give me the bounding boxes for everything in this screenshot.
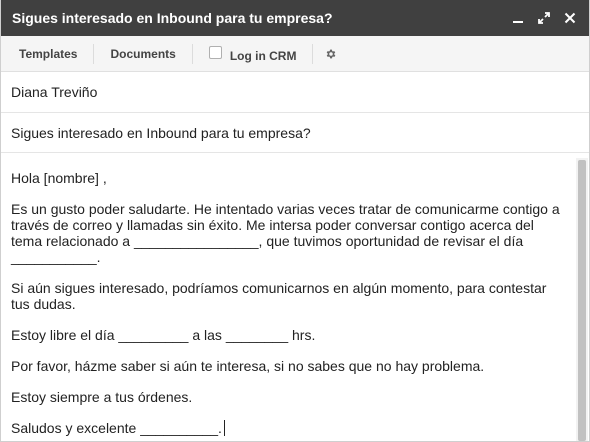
scrollbar-thumb[interactable] bbox=[578, 160, 586, 441]
message-body[interactable]: Hola [nombre] , Es un gusto poder saluda… bbox=[1, 158, 575, 441]
body-paragraph: Si aún sigues interesado, podríamos comu… bbox=[11, 280, 547, 312]
compose-window: Sigues interesado en Inbound para tu emp… bbox=[0, 0, 590, 442]
compose-toolbar: Templates Documents Log in CRM bbox=[1, 36, 589, 72]
window-controls bbox=[511, 11, 589, 25]
expand-icon[interactable] bbox=[537, 11, 551, 25]
log-in-crm-label: Log in CRM bbox=[229, 48, 297, 63]
log-in-crm-checkbox[interactable] bbox=[208, 45, 222, 59]
close-icon[interactable] bbox=[563, 11, 577, 25]
closing-text: Saludos y excelente __________. bbox=[11, 420, 222, 436]
recipient-field[interactable]: Diana Treviño bbox=[1, 72, 589, 113]
vertical-scrollbar[interactable] bbox=[576, 158, 588, 441]
text-cursor bbox=[223, 420, 225, 436]
gear-icon[interactable] bbox=[313, 48, 349, 60]
minimize-icon[interactable] bbox=[511, 11, 525, 25]
subject-field[interactable]: Sigues interesado en Inbound para tu emp… bbox=[1, 113, 589, 153]
compose-title: Sigues interesado en Inbound para tu emp… bbox=[12, 10, 333, 26]
greeting-line: Hola [nombre] , bbox=[11, 170, 107, 186]
body-paragraph: Por favor, házme saber si aún te interes… bbox=[11, 358, 485, 374]
body-paragraph: Es un gusto poder saludarte. He intentad… bbox=[11, 201, 560, 265]
body-paragraph: Estoy siempre a tus órdenes. bbox=[11, 389, 193, 405]
templates-button[interactable]: Templates bbox=[1, 44, 93, 64]
documents-button[interactable]: Documents bbox=[94, 44, 191, 64]
closing-line: Saludos y excelente __________. bbox=[11, 420, 565, 436]
body-paragraph: Estoy libre el día _________ a las _____… bbox=[11, 327, 316, 343]
log-in-crm-toggle[interactable]: Log in CRM bbox=[193, 44, 313, 64]
compose-titlebar: Sigues interesado en Inbound para tu emp… bbox=[1, 0, 589, 36]
